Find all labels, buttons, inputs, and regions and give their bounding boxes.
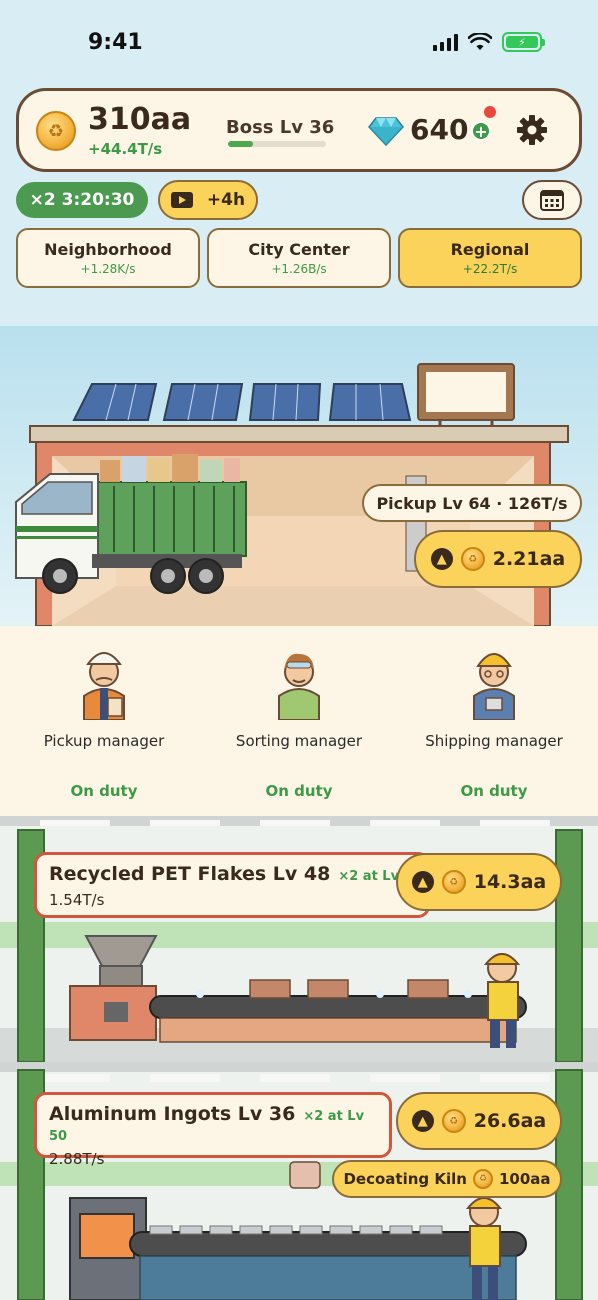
pickup-upgrade-button[interactable]: ▲ ♻ 2.21aa	[414, 530, 582, 588]
manager-status: On duty	[460, 782, 528, 800]
watch-ad-button[interactable]: +4h	[158, 180, 258, 220]
shipping-manager-avatar	[473, 653, 515, 721]
wifi-icon	[468, 33, 492, 50]
manager-name: Shipping manager	[425, 732, 563, 750]
tab-rate: +1.28K/s	[80, 262, 136, 276]
tab-title: City Center	[248, 240, 350, 259]
aluminum-upgrade-button[interactable]: ▲ ♻ 26.6aa	[396, 1092, 562, 1150]
coin-balance: 310aa	[88, 102, 192, 137]
calendar-icon	[540, 190, 564, 211]
manager-sorting[interactable]: Sorting manager On duty	[201, 636, 397, 800]
upgrade-arrow-icon: ▲	[430, 548, 453, 570]
play-icon	[170, 192, 193, 208]
coin-icon: ♻	[472, 1169, 493, 1189]
tab-regional[interactable]: Regional +22.2T/s	[398, 228, 582, 288]
diamond-icon	[368, 117, 404, 147]
coin-icon: ♻	[460, 547, 485, 571]
line-bonus: ×2 at Lv	[338, 869, 400, 884]
pickup-level: Pickup Lv 64 · 126T/s	[362, 484, 582, 522]
manager-shipping[interactable]: Shipping manager On duty	[396, 636, 592, 800]
upgrade-arrow-icon: ▲	[411, 871, 434, 893]
manager-name: Sorting manager	[235, 732, 363, 750]
coin-icon: ♻	[36, 111, 76, 151]
upgrade-arrow-icon: ▲	[411, 1110, 434, 1132]
tab-title: Neighborhood	[44, 240, 172, 259]
pickup-manager-avatar	[83, 652, 125, 721]
line-rate: 2.88T/s	[49, 1150, 105, 1168]
tab-city-center[interactable]: City Center +1.26B/s	[207, 228, 391, 288]
pet-upgrade-button[interactable]: ▲ ♻ 14.3aa	[396, 853, 562, 911]
boss-progress-bar	[228, 141, 326, 147]
coin-icon: ♻	[441, 1109, 466, 1133]
line-rate: 1.54T/s	[49, 891, 105, 909]
tab-rate: +22.2T/s	[462, 262, 518, 276]
tab-neighborhood[interactable]: Neighborhood +1.28K/s	[16, 228, 200, 288]
ad-reward-label: +4h	[206, 190, 246, 210]
gear-icon[interactable]	[516, 114, 548, 146]
manager-status: On duty	[265, 782, 333, 800]
battery-icon: ⚡	[502, 32, 545, 52]
calendar-button[interactable]	[522, 180, 582, 220]
boss-progress-fill	[228, 141, 253, 147]
sorting-manager-avatar	[278, 653, 320, 721]
status-time: 9:41	[88, 30, 143, 55]
manager-name: Pickup manager	[43, 732, 165, 750]
line-title-aluminum[interactable]: Aluminum Ingots Lv 36 ×2 at Lv 50 2.88T/s	[34, 1092, 392, 1168]
manager-pickup[interactable]: Pickup manager On duty	[6, 636, 202, 800]
manager-status: On duty	[70, 782, 138, 800]
coin-rate: +44.4T/s	[88, 140, 163, 158]
pet-upgrade-cost: 14.3aa	[473, 871, 547, 893]
status-icons: ⚡	[433, 32, 545, 52]
gem-count: 640	[410, 113, 469, 146]
coin-icon: ♻	[441, 870, 466, 894]
line-name: Recycled PET Flakes Lv 48	[49, 863, 331, 885]
signal-icon	[433, 33, 458, 51]
machine-cost: 100aa	[498, 1170, 551, 1188]
machine-purchase-button[interactable]: Decoating Kiln ♻ 100aa	[332, 1160, 562, 1198]
tab-rate: +1.26B/s	[271, 262, 327, 276]
boss-level[interactable]: Boss Lv 36	[226, 117, 334, 138]
pickup-upgrade-cost: 2.21aa	[492, 548, 566, 570]
machine-name: Decoating Kiln	[343, 1170, 467, 1188]
boost-timer[interactable]: ×2 3:20:30	[16, 182, 148, 218]
tab-title: Regional	[450, 240, 530, 259]
notification-dot	[484, 106, 496, 118]
line-title-pet[interactable]: Recycled PET Flakes Lv 48 ×2 at Lv 1.54T/…	[34, 852, 430, 918]
line-name: Aluminum Ingots Lv 36	[49, 1103, 296, 1125]
add-gems-button[interactable]: +	[471, 121, 491, 141]
aluminum-upgrade-cost: 26.6aa	[473, 1110, 547, 1132]
